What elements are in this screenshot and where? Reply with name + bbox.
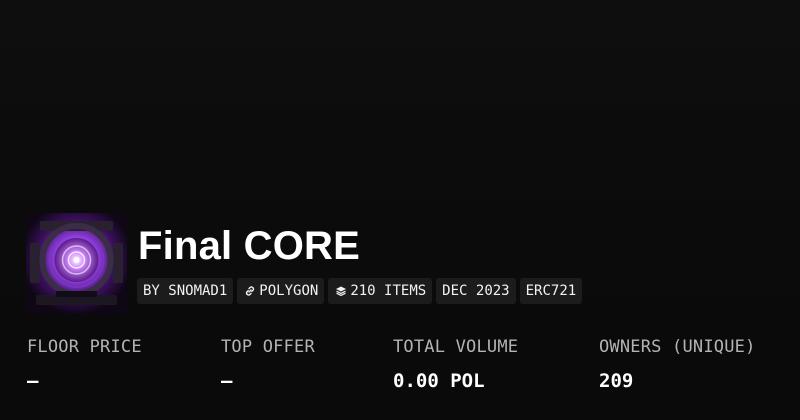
collection-stats: FLOOR PRICE — TOP OFFER — TOTAL VOLUME 0… [0, 336, 800, 406]
collection-tags: BY SNOMAD1 POLYGON 210 ITEMS DEC 2023 ER… [137, 278, 583, 304]
items-count-tag[interactable]: 210 ITEMS [328, 278, 433, 304]
stat-top-offer[interactable]: TOP OFFER — [221, 336, 315, 393]
token-standard-tag: ERC721 [519, 278, 583, 304]
stat-label: TOP OFFER [221, 337, 315, 357]
stat-value: 209 [599, 370, 634, 392]
chain-tag-label: POLYGON [259, 283, 319, 299]
stat-label: FLOOR PRICE [27, 337, 142, 357]
link-icon [243, 285, 256, 298]
items-count-label: 210 ITEMS [350, 283, 427, 299]
stat-value: — [27, 370, 39, 392]
creator-tag[interactable]: BY SNOMAD1 [137, 278, 234, 304]
token-standard-label: ERC721 [525, 283, 577, 299]
chain-tag[interactable]: POLYGON [237, 278, 325, 304]
created-date-tag: DEC 2023 [436, 278, 516, 304]
collection-avatar[interactable] [26, 213, 127, 314]
collection-title: Final CORE [138, 224, 361, 268]
stat-floor-price[interactable]: FLOOR PRICE — [27, 336, 142, 393]
stat-total-volume[interactable]: TOTAL VOLUME 0.00 POL [393, 336, 518, 393]
collection-header: Final CORE BY SNOMAD1 POLYGON 210 ITEMS … [0, 0, 800, 420]
stat-label: OWNERS (UNIQUE) [599, 337, 756, 357]
core-artwork-image [26, 213, 127, 314]
stat-value: — [221, 370, 233, 392]
creator-tag-label: BY SNOMAD1 [143, 283, 228, 299]
stat-owners[interactable]: OWNERS (UNIQUE) 209 [599, 336, 756, 393]
stat-value: 0.00 POL [393, 370, 485, 392]
stat-label: TOTAL VOLUME [393, 337, 519, 357]
created-date-label: DEC 2023 [442, 283, 510, 299]
layers-icon [334, 285, 347, 298]
